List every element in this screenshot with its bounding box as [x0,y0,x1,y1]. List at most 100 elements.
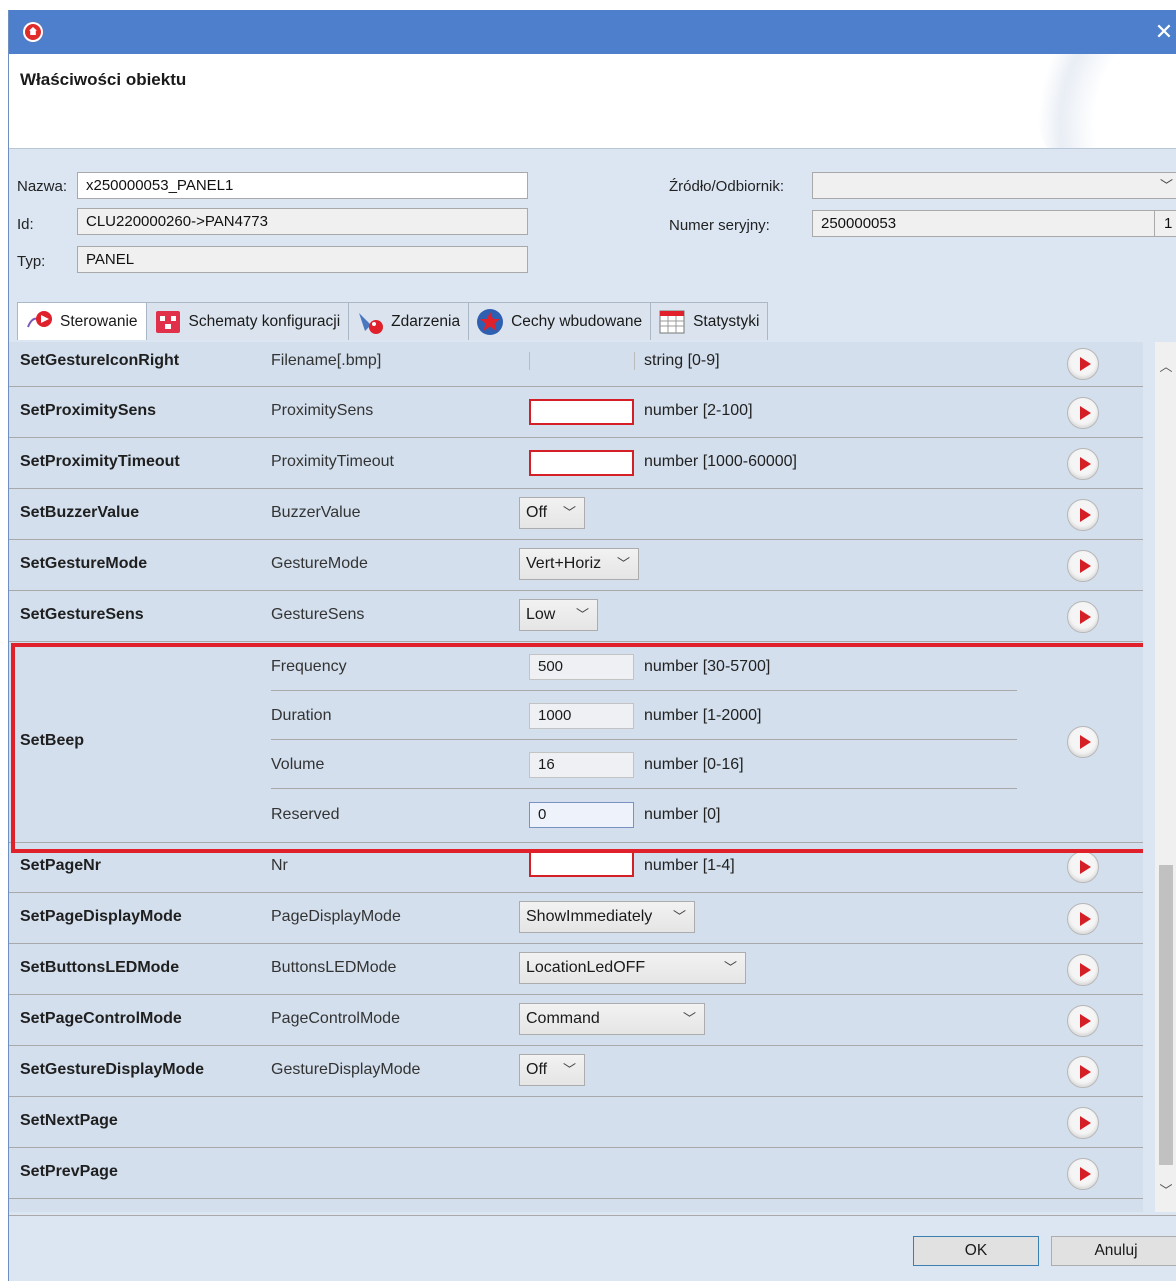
command-row-set-gesture-mode: SetGestureMode GestureMode Vert+Horiz ﹀ [9,540,1143,591]
chevron-down-icon: ﹀ [682,1011,696,1026]
tab-cechy-wbudowane[interactable]: Cechy wbudowane [468,302,652,340]
tab-zdarzenia[interactable]: Zdarzenia [348,302,470,340]
play-button[interactable] [1067,903,1099,935]
tab-label: Sterowanie [60,312,138,330]
command-row-set-next-page: SetNextPage [9,1097,1143,1148]
dialog-header: Właściwości obiektu [9,54,1176,149]
page-nr-input[interactable] [529,851,634,877]
command-row-set-proximity-sens: SetProximitySens ProximitySens number [2… [9,387,1143,438]
scroll-up-icon[interactable]: ︿ [1155,356,1176,378]
play-button[interactable] [1067,1005,1099,1037]
ok-button[interactable]: OK [913,1236,1039,1266]
param-range: number [0] [644,806,721,823]
param-name: GestureDisplayMode [271,1061,421,1078]
select-value: ShowImmediately [526,908,653,925]
cancel-button[interactable]: Anuluj [1051,1236,1176,1266]
close-button[interactable]: ✕ [1152,18,1176,46]
play-button[interactable] [1067,448,1099,480]
command-row-set-proximity-timeout: SetProximityTimeout ProximityTimeout num… [9,438,1143,489]
source-label: Źródło/Odbiornik: [669,178,785,195]
chevron-down-icon: ﹀ [562,505,576,520]
events-icon [355,307,385,337]
play-button[interactable] [1067,397,1099,429]
home-app-icon [23,22,43,42]
select-value: LocationLedOFF [526,959,646,976]
source-select[interactable]: ﹀ [812,172,1176,199]
reserved-input[interactable]: 0 [529,802,634,828]
dialog-title: Właściwości obiektu [20,70,187,89]
play-button[interactable] [1067,1107,1099,1139]
scroll-down-icon[interactable]: ﹀ [1155,1180,1176,1202]
command-name: SetButtonsLEDMode [20,959,180,976]
scroll-thumb[interactable] [1159,865,1173,1165]
serial-field: 250000053 [812,210,1155,237]
page-display-mode-select[interactable]: ShowImmediately ﹀ [519,901,695,933]
gesture-mode-select[interactable]: Vert+Horiz ﹀ [519,548,639,580]
param-divider [271,642,1017,789]
properties-dialog: ✕ Właściwości obiektu Nazwa: x250000053_… [8,10,1176,1281]
param-name: Filename[.bmp] [271,352,382,369]
command-name: SetGestureIconRight [20,352,180,369]
command-name: SetBeep [20,732,85,749]
command-row-set-page-display-mode: SetPageDisplayMode PageDisplayMode ShowI… [9,893,1143,944]
play-button[interactable] [1067,851,1099,883]
buzzer-value-select[interactable]: Off ﹀ [519,497,585,529]
command-name: SetProximityTimeout [20,453,180,470]
param-name: BuzzerValue [271,504,361,521]
name-label: Nazwa: [17,178,68,195]
command-name: SetGestureSens [20,606,144,623]
command-name: SetPageDisplayMode [20,908,182,925]
filename-input[interactable] [529,352,635,370]
tab-statystyki[interactable]: Statystyki [650,302,769,340]
serial-extra-field: 1 [1154,210,1176,237]
commands-grid: SetGestureIconRight Filename[.bmp] strin… [9,342,1143,1212]
play-button[interactable] [1067,1056,1099,1088]
play-button[interactable] [1067,601,1099,633]
tab-sterowanie[interactable]: Sterowanie [17,302,147,340]
param-name: ButtonsLEDMode [271,959,397,976]
proximity-timeout-input[interactable] [529,450,634,476]
param-range: number [1000-60000] [644,453,797,470]
vertical-scrollbar[interactable]: ︿ ﹀ [1155,342,1176,1212]
gesture-sens-select[interactable]: Low ﹀ [519,599,598,631]
param-range: number [1-4] [644,857,735,874]
param-name: Nr [271,857,288,874]
tab-label: Statystyki [693,312,760,330]
tab-label: Schematy konfiguracji [188,312,341,330]
command-row-set-gesture-icon-right: SetGestureIconRight Filename[.bmp] strin… [9,342,1143,387]
command-name: SetGestureDisplayMode [20,1061,205,1078]
param-name: GestureSens [271,606,365,623]
command-name: SetGestureMode [20,555,148,572]
param-range: number [2-100] [644,402,753,419]
play-button[interactable] [1067,550,1099,582]
command-row-set-page-control-mode: SetPageControlMode PageControlMode Comma… [9,995,1143,1046]
name-field[interactable]: x250000053_PANEL1 [77,172,528,199]
select-value: Command [526,1010,600,1027]
type-label: Typ: [17,253,46,270]
param-name: PageDisplayMode [271,908,401,925]
select-value: Low [526,606,556,623]
play-button[interactable] [1067,726,1099,758]
command-name: SetNextPage [20,1112,118,1129]
type-field: PANEL [77,246,528,273]
command-row-set-buzzer-value: SetBuzzerValue BuzzerValue Off ﹀ [9,489,1143,540]
features-star-icon [475,307,505,337]
chevron-down-icon: ﹀ [575,607,589,622]
tab-label: Zdarzenia [391,312,461,330]
title-bar: ✕ [9,10,1176,54]
command-name: SetPageNr [20,857,101,874]
play-button[interactable] [1067,954,1099,986]
play-button[interactable] [1067,348,1099,380]
play-button[interactable] [1067,499,1099,531]
param-name: PageControlMode [271,1010,400,1027]
page-control-mode-select[interactable]: Command ﹀ [519,1003,705,1035]
gesture-display-mode-select[interactable]: Off ﹀ [519,1054,585,1086]
play-button[interactable] [1067,1158,1099,1190]
chevron-down-icon: ﹀ [723,960,737,975]
buttons-led-mode-select[interactable]: LocationLedOFF ﹀ [519,952,746,984]
proximity-sens-input[interactable] [529,399,634,425]
tab-schematy[interactable]: Schematy konfiguracji [145,302,350,340]
command-name: SetProximitySens [20,402,157,419]
command-row-set-gesture-sens: SetGestureSens GestureSens Low ﹀ [9,591,1143,642]
command-name: SetBuzzerValue [20,504,140,521]
